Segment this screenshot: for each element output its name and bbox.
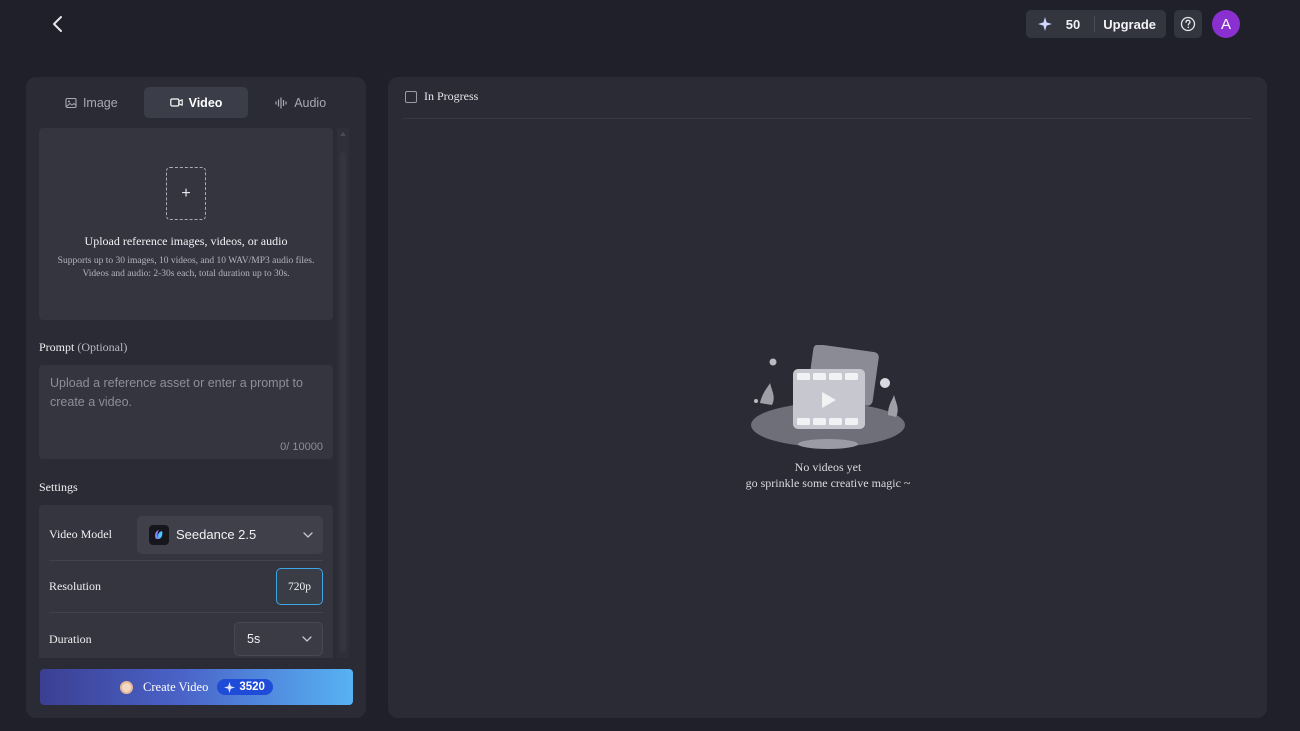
tab-audio[interactable]: Audio [248, 87, 353, 118]
chevron-down-icon [303, 531, 313, 538]
empty-state-title: No videos yet [794, 460, 862, 474]
image-icon [65, 97, 77, 108]
in-progress-label: In Progress [424, 89, 479, 103]
credits-divider [1094, 16, 1096, 32]
create-video-button[interactable]: Create Video 3520 [40, 669, 353, 705]
tab-video-label: Video [188, 95, 223, 110]
video-model-label: Video Model [49, 527, 112, 541]
audio-wave-icon [275, 96, 287, 109]
create-cost-badge: 3520 [217, 679, 273, 695]
video-model-value: Seedance 2.5 [176, 527, 257, 542]
results-panel: In Progress No videos yet go sprinkle so… [388, 77, 1267, 718]
in-progress-checkbox[interactable] [405, 90, 417, 103]
upload-dropzone[interactable]: + Upload reference images, videos, or au… [39, 128, 333, 320]
avatar[interactable]: A [1212, 10, 1240, 38]
upgrade-button[interactable]: Upgrade [1103, 17, 1156, 32]
back-button[interactable] [46, 12, 70, 36]
scrollbar-thumb[interactable] [340, 152, 346, 652]
prompt-label-text: Prompt [39, 340, 75, 354]
setting-row-resolution: Resolution 720p [49, 561, 323, 613]
create-video-label: Create Video [143, 679, 209, 694]
tab-video[interactable]: Video [143, 87, 249, 118]
upload-description: Supports up to 30 images, 10 videos, and… [57, 256, 315, 279]
seedance-logo-icon [149, 524, 169, 545]
video-icon [169, 98, 183, 107]
in-progress-filter[interactable]: In Progress [405, 89, 478, 104]
resolution-label: Resolution [49, 579, 102, 593]
setting-row-video-model: Video Model Seedance 2.5 [49, 509, 323, 561]
prompt-char-counter: 0/ 10000 [280, 441, 323, 453]
settings-box: Video Model Seedance 2.5 Resolution 720p… [39, 505, 333, 658]
prompt-label: Prompt (Optional) [39, 340, 127, 355]
credits-pill: 50 Upgrade [1025, 10, 1166, 38]
create-cost-value: 3520 [239, 681, 265, 693]
credits-count: 50 [1065, 16, 1081, 32]
scroll-up-arrow-icon[interactable] [340, 132, 346, 136]
prompt-box: 0/ 10000 [39, 365, 333, 459]
chevron-down-icon [302, 636, 312, 642]
empty-state-subtitle: go sprinkle some creative magic ~ [745, 476, 911, 490]
help-icon [1180, 16, 1196, 32]
sparkle-icon [1037, 17, 1052, 31]
duration-value: 5s [247, 632, 261, 646]
duration-select[interactable]: 5s [234, 622, 323, 656]
settings-label: Settings [39, 480, 78, 494]
settings-scroll-area: + Upload reference images, videos, or au… [39, 128, 333, 658]
video-model-select[interactable]: Seedance 2.5 [137, 515, 323, 554]
results-divider [403, 118, 1252, 119]
settings-scrollbar[interactable] [337, 128, 349, 658]
chevron-left-icon [53, 16, 62, 32]
tab-image-label: Image [82, 95, 118, 110]
create-status-icon [120, 680, 134, 694]
create-panel: Image Video Audio + Upload reference ima… [26, 77, 366, 718]
setting-row-duration: Duration 5s [49, 613, 323, 658]
upload-title: Upload reference images, videos, or audi… [84, 234, 288, 248]
media-tabs: Image Video Audio [39, 87, 353, 118]
prompt-optional-text: (Optional) [77, 340, 128, 354]
empty-video-illustration-icon [751, 345, 905, 449]
resolution-option-720p[interactable]: 720p [276, 568, 323, 605]
tab-audio-label: Audio [294, 95, 327, 110]
sparkle-icon [224, 681, 236, 693]
help-button[interactable] [1174, 10, 1202, 38]
upload-plus-icon: + [166, 167, 206, 220]
top-bar-actions: 50 Upgrade A [1025, 10, 1240, 38]
duration-label: Duration [49, 631, 92, 646]
tab-image[interactable]: Image [39, 87, 144, 118]
prompt-input[interactable] [39, 365, 333, 435]
